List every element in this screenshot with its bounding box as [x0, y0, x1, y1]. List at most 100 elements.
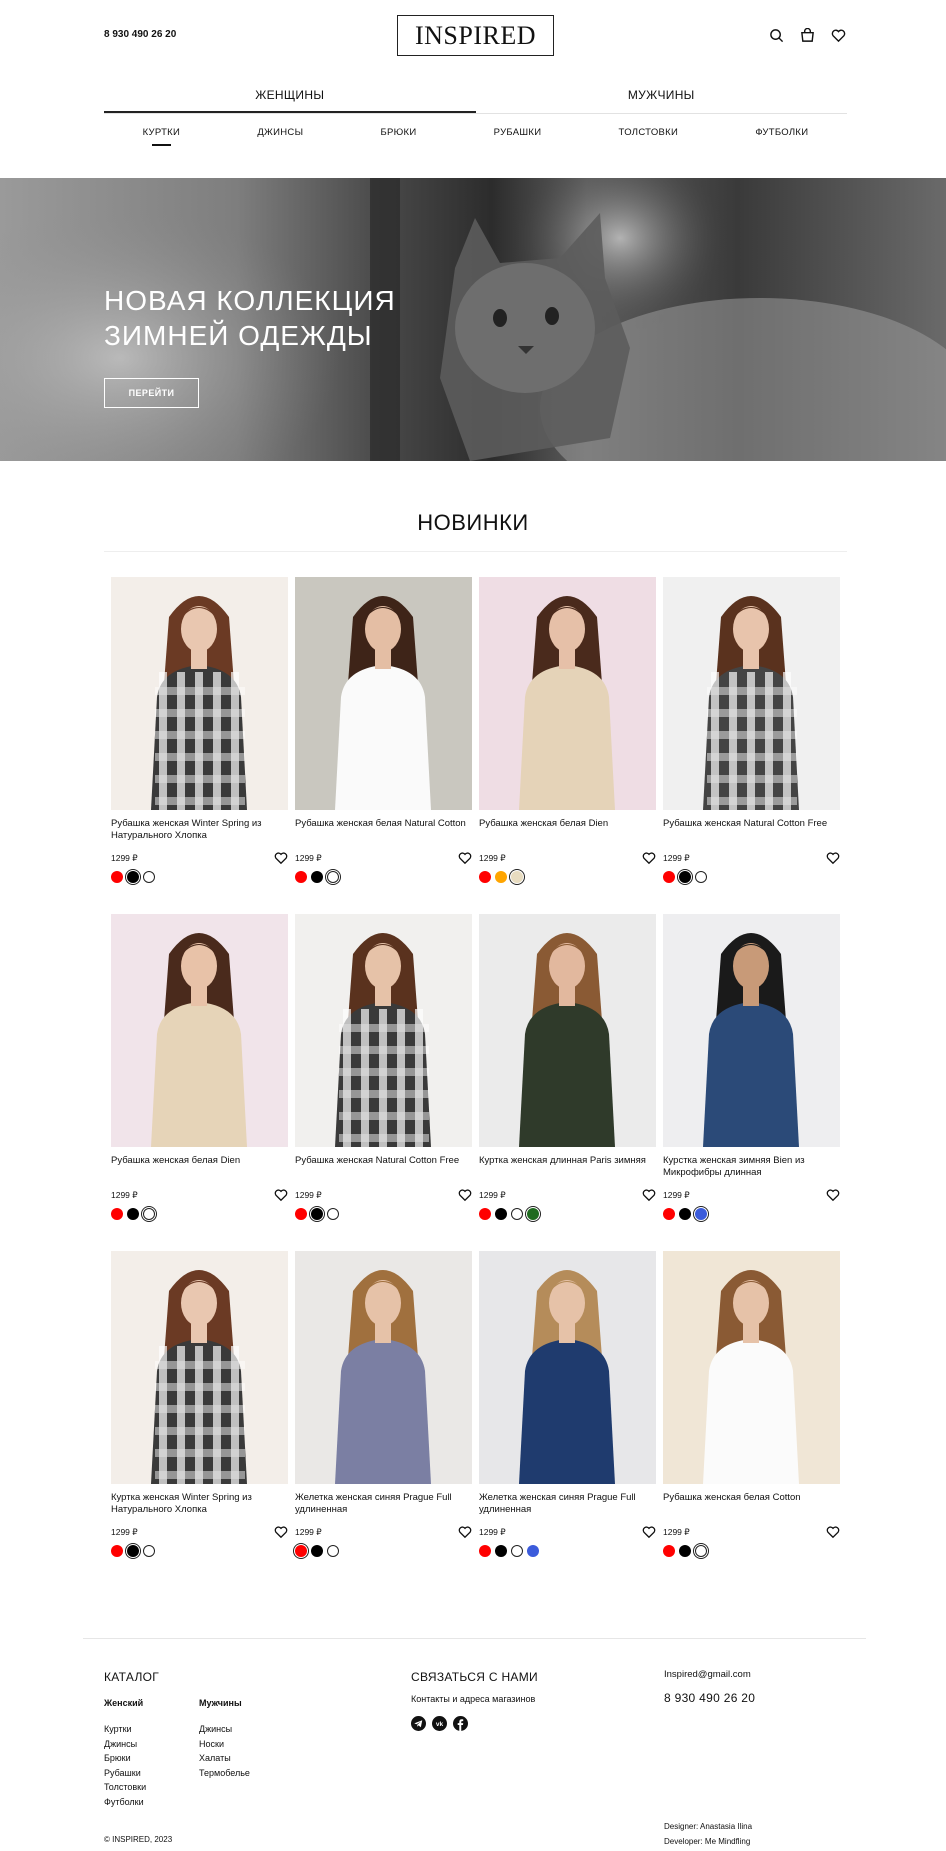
color-swatch-beige[interactable]	[511, 871, 523, 883]
color-swatch-green[interactable]	[527, 1208, 539, 1220]
favorite-heart-icon[interactable]	[826, 1525, 840, 1539]
favorite-heart-icon[interactable]	[458, 1188, 472, 1202]
product-card[interactable]: Желетка женская синяя Prague Full удлине…	[295, 1251, 472, 1588]
product-photo[interactable]	[479, 577, 656, 810]
product-card[interactable]: Рубашка женская белая Natural Cotton 1299…	[295, 577, 472, 914]
favorite-heart-icon[interactable]	[274, 851, 288, 865]
product-name[interactable]: Рубашка женская Natural Cotton Free	[295, 1155, 472, 1181]
color-swatch-white[interactable]	[327, 1545, 339, 1557]
product-photo[interactable]	[663, 1251, 840, 1484]
logo[interactable]: INSPIRED	[397, 15, 554, 56]
vk-icon[interactable]: vk	[432, 1716, 447, 1731]
product-card[interactable]: Рубашка женская белая Dien 1299 ₽	[111, 914, 288, 1251]
product-name[interactable]: Желетка женская синяя Prague Full удлине…	[295, 1492, 472, 1518]
favorite-heart-icon[interactable]	[642, 1188, 656, 1202]
product-photo[interactable]	[295, 577, 472, 810]
product-name[interactable]: Рубашка женская Winter Spring из Натурал…	[111, 818, 288, 844]
color-swatch-red[interactable]	[111, 1208, 123, 1220]
color-swatch-black[interactable]	[311, 1545, 323, 1557]
color-swatch-red[interactable]	[295, 1208, 307, 1220]
color-swatch-white[interactable]	[143, 871, 155, 883]
product-photo[interactable]	[479, 1251, 656, 1484]
color-swatch-black[interactable]	[679, 871, 691, 883]
category-hoodies[interactable]: ТОЛСТОВКИ	[619, 127, 679, 138]
product-card[interactable]: Рубашка женская белая Dien 1299 ₽	[479, 577, 656, 914]
color-swatch-black[interactable]	[127, 1545, 139, 1557]
color-swatch-red[interactable]	[479, 871, 491, 883]
footer-contacts-link[interactable]: Контакты и адреса магазинов	[411, 1694, 535, 1704]
favorite-heart-icon[interactable]	[642, 851, 656, 865]
favorite-heart-icon[interactable]	[458, 1525, 472, 1539]
footer-link[interactable]: Халаты	[199, 1751, 250, 1766]
color-swatch-white[interactable]	[695, 871, 707, 883]
footer-link[interactable]: Брюки	[104, 1751, 146, 1766]
footer-developer[interactable]: Developer: Me Mindfling	[664, 1837, 750, 1846]
color-swatch-black[interactable]	[127, 1208, 139, 1220]
color-swatch-red[interactable]	[663, 871, 675, 883]
product-name[interactable]: Рубашка женская белая Dien	[479, 818, 656, 844]
tab-women[interactable]: ЖЕНЩИНЫ	[104, 86, 476, 113]
footer-link[interactable]: Рубашки	[104, 1766, 146, 1781]
footer-women-title[interactable]: Женский	[104, 1698, 146, 1708]
product-card[interactable]: Рубашка женская Natural Cotton Free 1299 …	[295, 914, 472, 1251]
tab-men[interactable]: МУЖЧИНЫ	[476, 86, 848, 113]
color-swatch-black[interactable]	[311, 1208, 323, 1220]
header-phone[interactable]: 8 930 490 26 20	[104, 29, 176, 40]
favorite-heart-icon[interactable]	[826, 1188, 840, 1202]
product-photo[interactable]	[111, 914, 288, 1147]
product-photo[interactable]	[111, 1251, 288, 1484]
color-swatch-white[interactable]	[511, 1545, 523, 1557]
product-name[interactable]: Рубашка женская белая Natural Cotton	[295, 818, 472, 844]
product-name[interactable]: Рубашка женская Natural Cotton Free	[663, 818, 840, 844]
footer-men-title[interactable]: Мужчины	[199, 1698, 250, 1708]
color-swatch-blue[interactable]	[527, 1545, 539, 1557]
favorite-heart-icon[interactable]	[274, 1525, 288, 1539]
color-swatch-black[interactable]	[311, 871, 323, 883]
color-swatch-red[interactable]	[663, 1208, 675, 1220]
product-card[interactable]: Куртка женская длинная Paris зимняя 1299 …	[479, 914, 656, 1251]
color-swatch-white[interactable]	[511, 1208, 523, 1220]
color-swatch-white[interactable]	[327, 871, 339, 883]
product-name[interactable]: Куртка женская длинная Paris зимняя	[479, 1155, 656, 1181]
color-swatch-orange[interactable]	[495, 871, 507, 883]
color-swatch-red[interactable]	[479, 1545, 491, 1557]
color-swatch-white[interactable]	[695, 1545, 707, 1557]
product-photo[interactable]	[479, 914, 656, 1147]
footer-email[interactable]: Inspired@gmail.com	[664, 1669, 751, 1680]
footer-link[interactable]: Джинсы	[199, 1722, 250, 1737]
product-card[interactable]: Рубашка женская Natural Cotton Free 1299 …	[663, 577, 840, 914]
product-photo[interactable]	[663, 914, 840, 1147]
color-swatch-red[interactable]	[479, 1208, 491, 1220]
footer-link[interactable]: Термобелье	[199, 1766, 250, 1781]
color-swatch-blue[interactable]	[695, 1208, 707, 1220]
product-card[interactable]: Желетка женская синяя Prague Full удлине…	[479, 1251, 656, 1588]
footer-link[interactable]: Куртки	[104, 1722, 146, 1737]
category-shirts[interactable]: РУБАШКИ	[494, 127, 542, 138]
product-name[interactable]: Рубашка женская белая Cotton	[663, 1492, 840, 1518]
category-trousers[interactable]: БРЮКИ	[380, 127, 416, 138]
product-card[interactable]: Рубашка женская Winter Spring из Натурал…	[111, 577, 288, 914]
color-swatch-black[interactable]	[495, 1545, 507, 1557]
color-swatch-red[interactable]	[663, 1545, 675, 1557]
color-swatch-red[interactable]	[111, 871, 123, 883]
product-name[interactable]: Куртка женская Winter Spring из Натураль…	[111, 1492, 288, 1518]
product-card[interactable]: Курстка женская зимняя Bien из Микрофибр…	[663, 914, 840, 1251]
color-swatch-black[interactable]	[495, 1208, 507, 1220]
bag-icon[interactable]	[800, 28, 815, 43]
search-icon[interactable]	[769, 28, 784, 43]
telegram-icon[interactable]	[411, 1716, 426, 1731]
footer-phone[interactable]: 8 930 490 26 20	[664, 1691, 755, 1705]
color-swatch-white[interactable]	[327, 1208, 339, 1220]
footer-link[interactable]: Носки	[199, 1737, 250, 1752]
favorite-heart-icon[interactable]	[458, 851, 472, 865]
favorite-heart-icon[interactable]	[642, 1525, 656, 1539]
color-swatch-black[interactable]	[679, 1545, 691, 1557]
heart-icon[interactable]	[831, 28, 846, 43]
category-jeans[interactable]: ДЖИНСЫ	[257, 127, 303, 138]
favorite-heart-icon[interactable]	[826, 851, 840, 865]
color-swatch-red[interactable]	[111, 1545, 123, 1557]
product-name[interactable]: Желетка женская синяя Prague Full удлине…	[479, 1492, 656, 1518]
facebook-icon[interactable]	[453, 1716, 468, 1731]
product-photo[interactable]	[295, 914, 472, 1147]
footer-designer[interactable]: Designer: Anastasia Ilina	[664, 1822, 752, 1831]
